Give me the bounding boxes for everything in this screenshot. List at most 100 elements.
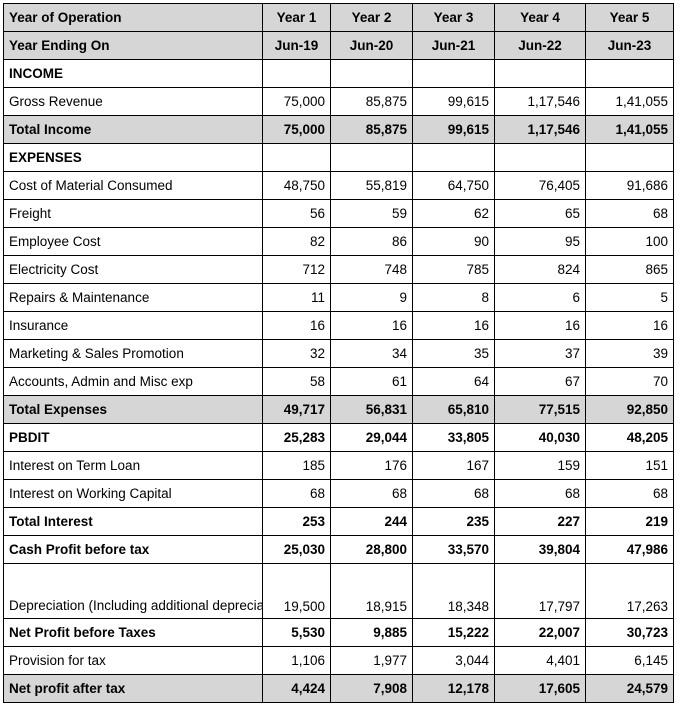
header-cell: Jun-19 [262,31,331,60]
value-cell: 4,401 [494,646,586,675]
value-cell: 28,800 [330,535,413,564]
value-cell: 64 [412,367,495,396]
value-cell: 68 [412,479,495,508]
value-cell: 85,875 [330,87,413,116]
value-cell: 47,986 [585,535,674,564]
header-cell: Jun-23 [585,31,674,60]
value-cell: 56,831 [330,395,413,424]
value-cell: 82 [262,227,331,256]
value-cell: 68 [585,479,674,508]
row-label-cell: Net profit after tax [3,674,263,703]
value-cell: 748 [330,255,413,284]
value-cell: 16 [412,311,495,340]
table-row: Total Expenses 49,717 56,831 65,810 77,515 92… [3,395,674,424]
value-cell [412,143,495,172]
table-row: EXPENSES [3,143,674,172]
header-cell: Year 3 [412,3,495,32]
value-cell: 227 [494,507,586,536]
row-label-cell: INCOME [3,59,263,88]
row-label-cell: Provision for tax [3,646,263,675]
value-cell: 159 [494,451,586,480]
table-row: Cost of Material Consumed 48,750 55,819 64,… [3,171,674,200]
value-cell: 34 [330,339,413,368]
value-cell: 92,850 [585,395,674,424]
value-cell: 64,750 [412,171,495,200]
row-label-cell: Total Expenses [3,395,263,424]
value-cell [585,143,674,172]
value-cell: 1,41,055 [585,115,674,144]
value-cell: 865 [585,255,674,284]
table-row: Insurance 16 16 16 16 16 [3,311,674,340]
header-cell: Year 1 [262,3,331,32]
value-cell: 48,205 [585,423,674,452]
value-cell: 17,263 [585,563,674,619]
value-cell [494,59,586,88]
table-row: Repairs & Maintenance 11 9 8 6 5 [3,283,674,312]
value-cell: 68 [262,479,331,508]
header-cell: Year 2 [330,3,413,32]
value-cell: 24,579 [585,674,674,703]
header-label-cell: Year Ending On [3,31,263,60]
value-cell: 17,797 [494,563,586,619]
value-cell: 25,283 [262,423,331,452]
value-cell: 22,007 [494,618,586,647]
row-label-cell: Electricity Cost [3,255,263,284]
table-row: Net Profit before Taxes 5,530 9,885 15,222 2… [3,618,674,647]
header-label-cell: Year of Operation [3,3,263,32]
value-cell: 11 [262,283,331,312]
value-cell: 99,615 [412,87,495,116]
value-cell: 37 [494,339,586,368]
table-body: Year of Operation Year 1 Year 2 Year 3 Year … [3,3,674,703]
value-cell: 1,106 [262,646,331,675]
value-cell: 85,875 [330,115,413,144]
row-label-cell: Interest on Term Loan [3,451,263,480]
value-cell: 39,804 [494,535,586,564]
value-cell: 56 [262,199,331,228]
table-row: Cash Profit before tax 25,030 28,800 33,570… [3,535,674,564]
spreadsheet-canvas: Year of Operation Year 1 Year 2 Year 3 Year … [3,3,674,703]
row-label-cell: Insurance [3,311,263,340]
value-cell: 49,717 [262,395,331,424]
value-cell: 17,605 [494,674,586,703]
table-row: INCOME [3,59,674,88]
value-cell: 785 [412,255,495,284]
row-label-cell: PBDIT [3,423,263,452]
header-cell: Jun-21 [412,31,495,60]
value-cell: 75,000 [262,115,331,144]
value-cell: 75,000 [262,87,331,116]
row-label-cell: Repairs & Maintenance [3,283,263,312]
value-cell [262,143,331,172]
value-cell: 6 [494,283,586,312]
value-cell: 176 [330,451,413,480]
value-cell: 151 [585,451,674,480]
value-cell: 18,348 [412,563,495,619]
value-cell: 5,530 [262,618,331,647]
value-cell: 824 [494,255,586,284]
value-cell [412,59,495,88]
value-cell: 4,424 [262,674,331,703]
row-label-cell: Marketing & Sales Promotion [3,339,263,368]
value-cell: 39 [585,339,674,368]
value-cell: 235 [412,507,495,536]
table-row: Depreciation (Including additional depre… [3,563,674,619]
row-label-cell: Total Income [3,115,263,144]
value-cell: 32 [262,339,331,368]
value-cell: 99,615 [412,115,495,144]
row-label-cell: Net Profit before Taxes [3,618,263,647]
row-label-cell: EXPENSES [3,143,263,172]
table-row: Accounts, Admin and Misc exp 58 61 64 67 70 [3,367,674,396]
profit-and-loss-table: Year of Operation Year 1 Year 2 Year 3 Year … [3,3,674,703]
table-row: Electricity Cost 712 748 785 824 865 [3,255,674,284]
value-cell: 25,030 [262,535,331,564]
value-cell: 244 [330,507,413,536]
value-cell: 9 [330,283,413,312]
value-cell: 67 [494,367,586,396]
value-cell [330,59,413,88]
value-cell: 68 [585,199,674,228]
row-label-cell: Gross Revenue [3,87,263,116]
value-cell: 77,515 [494,395,586,424]
value-cell: 1,977 [330,646,413,675]
value-cell: 253 [262,507,331,536]
value-cell [494,143,586,172]
table-row: Net profit after tax 4,424 7,908 12,178 17,6… [3,674,674,703]
